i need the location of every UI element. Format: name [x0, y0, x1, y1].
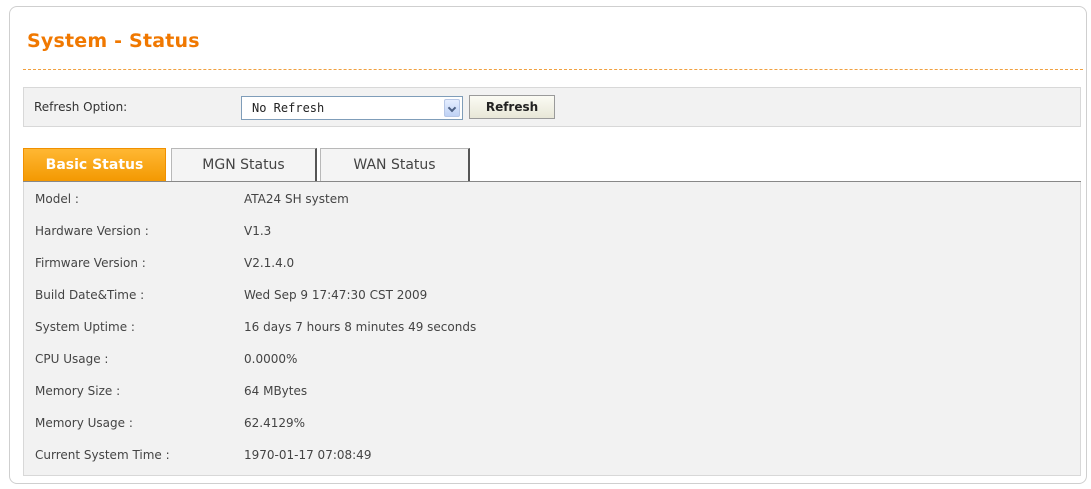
chevron-down-icon[interactable] [444, 99, 460, 117]
status-value: Wed Sep 9 17:47:30 CST 2009 [244, 288, 428, 302]
status-tabs: Basic Status MGN Status WAN Status [23, 148, 1081, 182]
status-value: V1.3 [244, 224, 272, 238]
status-label: Firmware Version : [35, 256, 146, 270]
status-row-memory-usage: Memory Usage : 62.4129% [24, 411, 1080, 435]
status-row-current-system-time: Current System Time : 1970-01-17 07:08:4… [24, 443, 1080, 467]
status-value: 16 days 7 hours 8 minutes 49 seconds [244, 320, 477, 334]
status-label: CPU Usage : [35, 352, 109, 366]
status-value: 62.4129% [244, 416, 306, 430]
status-label: Current System Time : [35, 448, 170, 462]
status-value: 1970-01-17 07:08:49 [244, 448, 372, 462]
status-value: ATA24 SH system [244, 192, 349, 206]
status-value: 0.0000% [244, 352, 298, 366]
refresh-option-label: Refresh Option: [34, 100, 128, 114]
status-label: Model : [35, 192, 79, 206]
status-label: Memory Size : [35, 384, 121, 398]
refresh-option-value: No Refresh [252, 101, 325, 115]
status-row-model: Model : ATA24 SH system [24, 187, 1080, 211]
title-divider [23, 69, 1083, 70]
status-row-hardware-version: Hardware Version : V1.3 [24, 219, 1080, 243]
refresh-option-bar: Refresh Option: No Refresh Refresh [23, 87, 1081, 127]
basic-status-panel: Model : ATA24 SH system Hardware Version… [23, 182, 1081, 476]
page-title: System - Status [27, 30, 200, 52]
status-label: System Uptime : [35, 320, 135, 334]
status-row-system-uptime: System Uptime : 16 days 7 hours 8 minute… [24, 315, 1080, 339]
tab-wan-status[interactable]: WAN Status [320, 148, 470, 182]
status-label: Memory Usage : [35, 416, 133, 430]
status-value: 64 MBytes [244, 384, 308, 398]
status-row-build-date-time: Build Date&Time : Wed Sep 9 17:47:30 CST… [24, 283, 1080, 307]
status-value: V2.1.4.0 [244, 256, 295, 270]
tab-basic-status[interactable]: Basic Status [23, 148, 166, 182]
tab-mgn-status[interactable]: MGN Status [171, 148, 317, 182]
status-label: Hardware Version : [35, 224, 149, 238]
refresh-button[interactable]: Refresh [469, 95, 555, 119]
status-row-firmware-version: Firmware Version : V2.1.4.0 [24, 251, 1080, 275]
status-row-memory-size: Memory Size : 64 MBytes [24, 379, 1080, 403]
status-label: Build Date&Time : [35, 288, 145, 302]
status-row-cpu-usage: CPU Usage : 0.0000% [24, 347, 1080, 371]
refresh-option-select[interactable]: No Refresh [241, 96, 463, 120]
